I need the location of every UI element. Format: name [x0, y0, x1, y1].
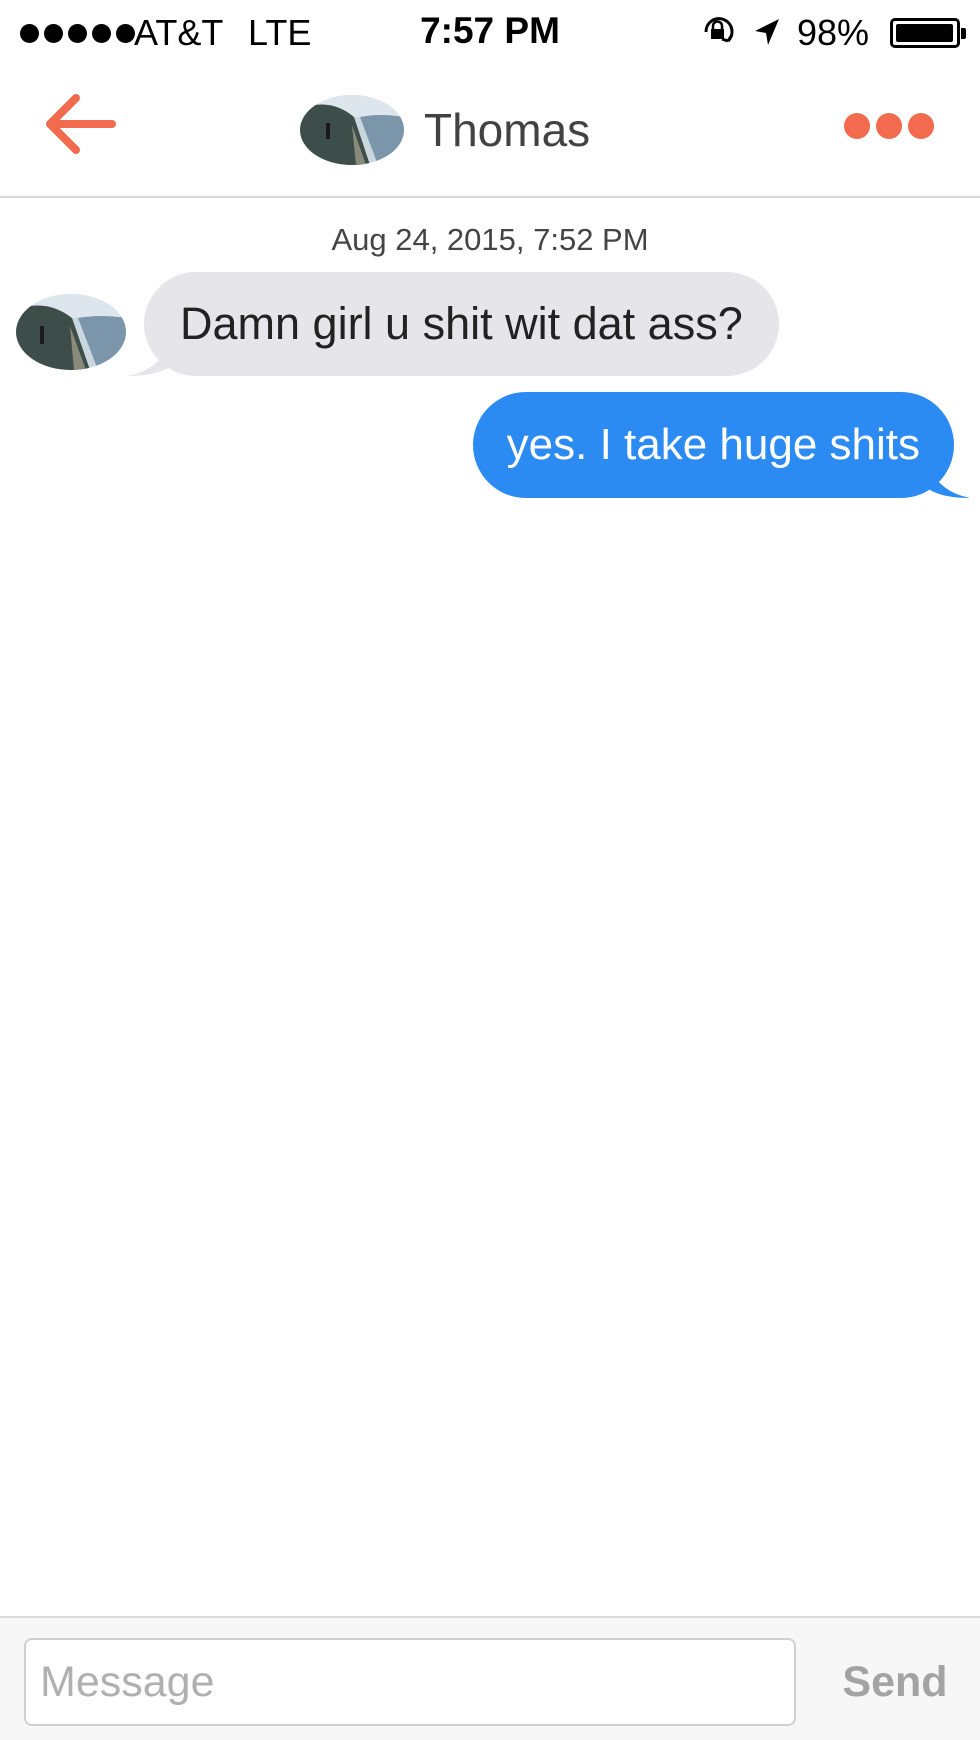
message-input[interactable] [24, 1638, 796, 1726]
back-button[interactable] [38, 86, 128, 162]
sender-avatar[interactable] [16, 294, 126, 370]
incoming-message-text: Damn girl u shit wit dat ass? [180, 298, 743, 349]
status-bar: AT&T LTE 7:57 PM 98% [0, 0, 980, 64]
sender-photo [16, 294, 126, 370]
incoming-message-bubble[interactable]: Damn girl u shit wit dat ass? [128, 272, 779, 376]
contact-header[interactable]: Thomas [300, 92, 590, 168]
outgoing-message-bubble[interactable]: yes. I take huge shits [472, 392, 970, 498]
avatar[interactable] [300, 95, 404, 165]
outgoing-message-text: yes. I take huge shits [506, 420, 920, 469]
send-button[interactable]: Send [830, 1638, 960, 1726]
location-arrow-icon [755, 19, 779, 45]
orientation-lock-icon [704, 17, 734, 43]
contact-name: Thomas [424, 104, 591, 156]
profile-photo [300, 95, 404, 165]
battery-percent: 98% [797, 12, 870, 53]
message-timestamp: Aug 24, 2015, 7:52 PM [331, 222, 649, 257]
bubble-tail [930, 468, 970, 498]
battery-fill [896, 24, 953, 42]
message-composer: Send [0, 1616, 980, 1740]
more-dots-icon [844, 113, 870, 139]
chat-header: Thomas [0, 64, 980, 198]
more-options-button[interactable] [844, 106, 944, 146]
arrow-left-icon [46, 94, 116, 154]
battery-icon [890, 18, 966, 48]
bubble-tail [128, 346, 168, 376]
